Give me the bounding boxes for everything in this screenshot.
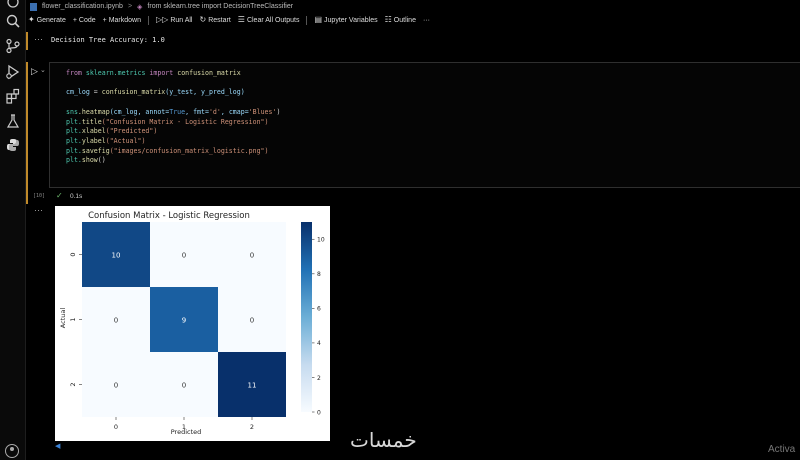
check-icon: ✓ xyxy=(56,191,63,200)
colorbar-tick-label: 2 xyxy=(317,375,321,382)
confusion-matrix-plot: Confusion Matrix - Logistic Regression P… xyxy=(55,206,330,441)
cell-annotation: 0 xyxy=(182,382,186,390)
cell-annotation: 0 xyxy=(114,317,118,325)
clear-outputs-label: Clear All Outputs xyxy=(246,16,300,24)
sparkle-icon: ✦ xyxy=(28,15,35,24)
generate-label: Generate xyxy=(36,16,66,24)
add-code-label: + Code xyxy=(72,16,96,24)
extensions-icon[interactable] xyxy=(5,88,21,104)
generate-button[interactable]: ✦ Generate xyxy=(28,16,66,24)
colorbar-tick-label: 8 xyxy=(317,271,321,278)
cell-annotation: 0 xyxy=(182,252,186,260)
jupyter-variables-label: Jupyter Variables xyxy=(324,16,378,24)
x-tick-label: 2 xyxy=(250,423,254,431)
cell-focus-bar xyxy=(26,32,28,50)
code-cell: ▷ ⌄ from sklearn.metrics import confusio… xyxy=(26,62,800,204)
clear-outputs-button[interactable]: ☰ Clear All Outputs xyxy=(238,16,300,24)
cell-annotation: 10 xyxy=(112,252,121,260)
account-icon[interactable] xyxy=(5,444,19,458)
breadcrumb-separator: > xyxy=(127,3,133,10)
code-text: from sklearn.metrics import confusion_ma… xyxy=(66,69,281,165)
run-all-icon: ▷▷ xyxy=(156,15,169,24)
cell-annotation: 9 xyxy=(182,317,186,325)
clear-outputs-icon: ☰ xyxy=(237,15,245,24)
notebook-file-icon xyxy=(30,2,37,11)
output-menu-button[interactable]: ··· xyxy=(34,205,43,215)
cell-focus-bar xyxy=(26,62,28,204)
run-all-label: Run All xyxy=(170,16,193,24)
testing-icon[interactable] xyxy=(5,113,21,129)
jupyter-variables-button[interactable]: ▤ Jupyter Variables xyxy=(314,16,377,24)
toolbar-divider xyxy=(148,15,149,25)
output-text: Decision Tree Accuracy: 1.0 xyxy=(51,36,165,44)
output-menu-button[interactable]: ··· xyxy=(34,34,43,44)
outline-button[interactable]: ☷ Outline xyxy=(385,16,416,24)
restart-icon: ↻ xyxy=(199,15,207,24)
cell-annotation: 0 xyxy=(114,382,118,390)
cell-annotation: 0 xyxy=(250,317,254,325)
source-control-icon[interactable] xyxy=(5,38,21,54)
restart-button[interactable]: ↻ Restart xyxy=(200,16,231,24)
run-all-button[interactable]: ▷▷ Run All xyxy=(156,16,193,24)
output-accuracy: ··· Decision Tree Accuracy: 1.0 xyxy=(26,30,800,50)
watermark-logo: خمسات xyxy=(350,428,417,452)
outline-icon: ☷ xyxy=(384,15,392,24)
add-markdown-label: + Markdown xyxy=(102,16,141,24)
colorbar xyxy=(301,222,312,412)
toolbar-divider xyxy=(306,15,308,25)
cell-annotation: 11 xyxy=(248,382,257,390)
activate-windows-text: Activa xyxy=(768,444,796,455)
colorbar-tick-label: 6 xyxy=(317,306,321,313)
colorbar-tick-label: 10 xyxy=(317,237,325,244)
add-code-button[interactable]: + Code xyxy=(73,17,96,24)
activity-bar xyxy=(0,0,26,460)
colorbar-tick-label: 0 xyxy=(317,409,321,416)
restart-label: Restart xyxy=(208,16,231,24)
run-debug-icon[interactable] xyxy=(5,64,21,80)
more-actions-button[interactable]: ··· xyxy=(423,17,430,24)
chart-title: Confusion Matrix - Logistic Regression xyxy=(88,211,250,221)
chevron-down-icon[interactable]: ⌄ xyxy=(40,66,46,74)
x-tick-label: 1 xyxy=(182,423,186,431)
outline-label: Outline xyxy=(393,16,416,24)
add-markdown-button[interactable]: + Markdown xyxy=(103,17,141,24)
search-icon[interactable] xyxy=(5,13,21,29)
y-tick-label: 0 xyxy=(69,252,77,256)
breadcrumb-symbol[interactable]: from sklearn.tree import DecisionTreeCla… xyxy=(147,3,293,10)
y-tick-label: 1 xyxy=(69,317,77,321)
execution-count: [10] xyxy=(33,193,46,199)
colorbar-tick-label: 4 xyxy=(317,340,321,347)
code-editor[interactable]: from sklearn.metrics import confusion_ma… xyxy=(49,62,800,188)
heatmap-svg: Confusion Matrix - Logistic Regression P… xyxy=(59,211,325,436)
variables-icon: ▤ xyxy=(314,15,323,24)
symbol-icon: ◈ xyxy=(137,3,143,11)
breadcrumb-file[interactable]: flower_classification.ipynb xyxy=(42,3,123,10)
explorer-icon[interactable] xyxy=(5,0,21,10)
breadcrumb: flower_classification.ipynb > ◈ from skl… xyxy=(30,0,293,13)
y-axis-label: Actual xyxy=(59,308,67,329)
execution-time: 0.1s xyxy=(70,193,83,200)
run-cell-button[interactable]: ▷ xyxy=(31,66,38,77)
x-tick-label: 0 xyxy=(114,423,118,431)
notebook-toolbar: ✦ Generate + Code + Markdown ▷▷ Run All ↻ R… xyxy=(28,13,430,27)
scroll-left-icon[interactable]: ◀ xyxy=(55,442,60,450)
y-tick-label: 2 xyxy=(69,382,77,386)
cell-annotation: 0 xyxy=(250,252,254,260)
python-icon[interactable] xyxy=(5,137,21,153)
